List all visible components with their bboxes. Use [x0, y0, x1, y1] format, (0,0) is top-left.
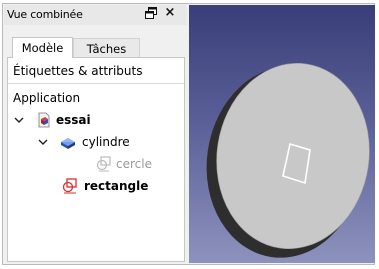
window-frame: Vue combinée × Tâches Modèle Étiquettes …: [2, 3, 375, 265]
section-header-label: Étiquettes & attributs: [13, 64, 143, 78]
labels-attributes-header[interactable]: Étiquettes & attributs: [8, 58, 184, 84]
tree-item-label: cylindre: [82, 135, 130, 149]
tree-item-label: essai: [56, 113, 91, 127]
tree-view: Étiquettes & attributs Application essai: [7, 57, 185, 262]
3d-view[interactable]: [189, 5, 375, 263]
tree-item-essai[interactable]: essai: [14, 112, 174, 130]
tree-item-label: cercle: [116, 157, 152, 171]
tab-taches[interactable]: Tâches: [73, 38, 140, 58]
application-label: Application: [13, 91, 81, 105]
tree-item-cylindre[interactable]: cylindre: [38, 134, 178, 152]
tree-item-cercle[interactable]: cercle: [96, 156, 176, 174]
3d-scene: [206, 62, 370, 258]
panel-title: Vue combinée: [7, 8, 83, 21]
float-window-icon[interactable]: [144, 7, 158, 21]
tab-bar: Tâches Modèle: [4, 29, 187, 58]
close-icon[interactable]: ×: [163, 6, 177, 20]
sketch-icon: [96, 156, 112, 172]
tree-item-rectangle[interactable]: rectangle: [62, 178, 182, 196]
tab-modele[interactable]: Modèle: [12, 37, 73, 58]
tree-item-label: rectangle: [84, 179, 149, 193]
sketch-icon: [62, 178, 78, 194]
chevron-down-icon[interactable]: [14, 114, 24, 124]
tab-modele-label: Modèle: [21, 41, 64, 55]
tab-taches-label: Tâches: [86, 42, 127, 56]
chevron-down-icon[interactable]: [38, 136, 48, 146]
cylinder-icon: [60, 134, 76, 150]
document-icon: [36, 112, 52, 128]
panel-titlebar: Vue combinée ×: [4, 5, 187, 25]
combined-view-panel: Vue combinée × Tâches Modèle Étiquettes …: [4, 5, 187, 263]
